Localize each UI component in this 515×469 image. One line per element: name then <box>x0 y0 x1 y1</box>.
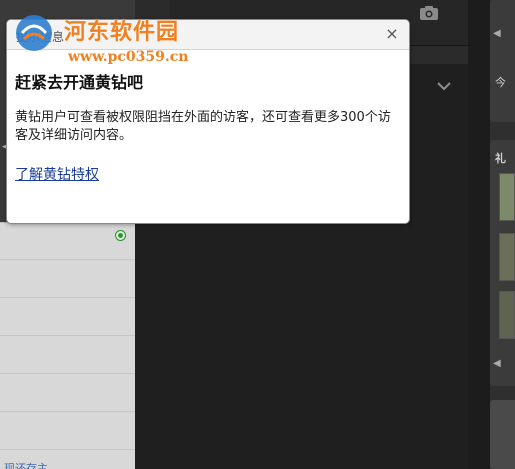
chevron-left-icon[interactable]: ◀ <box>493 358 501 369</box>
list-divider <box>0 297 135 298</box>
background-link[interactable]: 现还存主 <box>4 460 48 469</box>
dialog-heading: 赶紧去开通黄钻吧 <box>15 73 144 92</box>
watermark-url: www.pc0359.cn <box>68 49 189 65</box>
watermark-logo-icon <box>16 15 52 51</box>
list-divider <box>0 373 135 374</box>
right-card: ◀ 今 <box>490 0 515 122</box>
left-list-panel <box>0 222 135 469</box>
gift-thumbnail[interactable] <box>499 291 515 339</box>
right-gutter <box>468 0 490 469</box>
close-icon[interactable]: × <box>384 26 400 42</box>
gift-thumbnail[interactable] <box>499 233 515 281</box>
right-panel: ◀ 今 礼 ◀ <box>490 0 515 469</box>
list-divider <box>0 449 135 450</box>
list-divider <box>0 259 135 260</box>
learn-privileges-link[interactable]: 了解黄钻特权 <box>15 164 99 184</box>
online-status-icon <box>115 230 126 241</box>
chevron-down-icon[interactable] <box>436 80 452 92</box>
gift-section-title: 礼 <box>495 152 506 165</box>
list-divider <box>0 411 135 412</box>
right-bottom-card <box>490 400 515 469</box>
gift-section: 礼 ◀ <box>490 140 515 386</box>
chevron-left-icon[interactable]: ◀ <box>493 28 501 39</box>
camera-icon[interactable] <box>420 6 438 20</box>
dialog-message: 黄钻用户可查看被权限阻挡在外面的访客，还可查看更多300个访客及详细访问内容。 <box>15 110 391 143</box>
tip-dialog: 提示信息 × 赶紧去开通黄钻吧 黄钻用户可查看被权限阻挡在外面的访客，还可查看更… <box>6 19 410 224</box>
watermark-title: 河东软件园 <box>64 20 180 45</box>
right-card-text: 今 <box>495 76 506 89</box>
list-divider <box>0 335 135 336</box>
gift-thumbnail[interactable] <box>499 173 515 221</box>
